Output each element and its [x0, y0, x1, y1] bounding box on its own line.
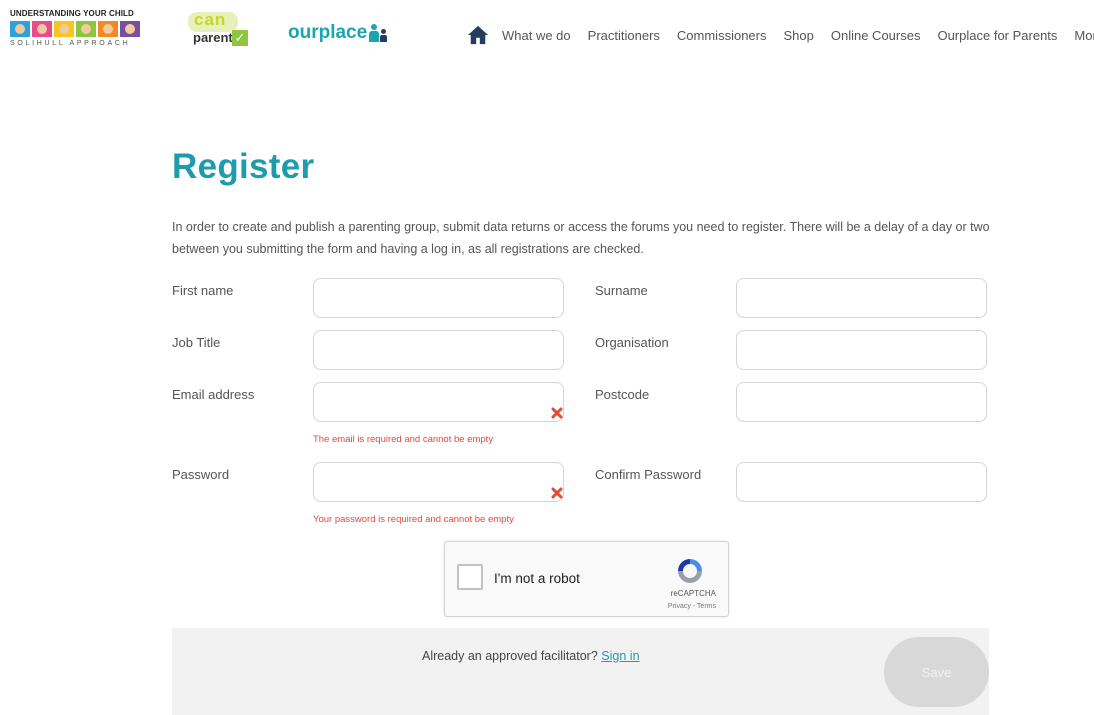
child-face-icon [98, 21, 118, 37]
intro-text: In order to create and publish a parenti… [172, 220, 990, 256]
main-nav: What we do Practitioners Commissioners S… [467, 25, 1094, 45]
surname-field[interactable] [736, 278, 987, 318]
already-approved-text: Already an approved facilitator? Sign in [422, 649, 640, 663]
email-field[interactable] [313, 382, 564, 422]
sign-in-link[interactable]: Sign in [601, 649, 639, 663]
can-parent-logo-top: can [194, 10, 227, 29]
uyc-logo-title: UNDERSTANDING YOUR CHILD [10, 9, 134, 18]
already-approved-label: Already an approved facilitator? [422, 649, 598, 663]
form-footer [172, 628, 989, 715]
organisation-label: Organisation [595, 335, 669, 350]
child-face-icon [54, 21, 74, 37]
uyc-logo-faces [10, 21, 155, 37]
checkmark-icon: ✓ [232, 30, 248, 46]
nav-commissioners[interactable]: Commissioners [677, 28, 767, 43]
save-button[interactable]: Save [884, 637, 989, 707]
can-parent-logo-bottom: parent [193, 30, 233, 45]
recaptcha-icon [678, 559, 702, 583]
error-x-icon [551, 407, 563, 419]
error-x-icon [551, 487, 563, 499]
email-error-message: The email is required and cannot be empt… [313, 434, 494, 445]
first-name-field[interactable] [313, 278, 564, 318]
page-title: Register [172, 147, 315, 186]
child-face-icon [32, 21, 52, 37]
child-face-icon [120, 21, 140, 37]
understanding-your-child-logo[interactable]: UNDERSTANDING YOUR CHILD SOLIHULL APPROA… [10, 9, 155, 47]
can-parent-logo[interactable]: can parent ✓ [188, 10, 252, 52]
confirm-password-field[interactable] [736, 462, 987, 502]
postcode-label: Postcode [595, 387, 650, 402]
child-face-icon [10, 21, 30, 37]
home-icon[interactable] [467, 25, 489, 45]
first-name-label: First name [172, 283, 234, 298]
job-title-label: Job Title [172, 335, 221, 350]
postcode-field[interactable] [736, 382, 987, 422]
recaptcha-label: I'm not a robot [494, 571, 580, 586]
ourplace-logo-text: ourplace [288, 22, 368, 43]
child-face-icon [76, 21, 96, 37]
nav-online-courses[interactable]: Online Courses [831, 28, 921, 43]
job-title-field[interactable] [313, 330, 564, 370]
organisation-field[interactable] [736, 330, 987, 370]
password-label: Password [172, 467, 230, 482]
site-header: UNDERSTANDING YOUR CHILD SOLIHULL APPROA… [0, 0, 1094, 64]
recaptcha-privacy-terms[interactable]: Privacy - Terms [445, 603, 716, 610]
password-error-message: Your password is required and cannot be … [313, 514, 514, 525]
family-icon [369, 24, 388, 42]
recaptcha-widget: I'm not a robot reCAPTCHA Privacy - Term… [444, 541, 729, 617]
surname-label: Surname [595, 283, 648, 298]
nav-ourplace-for-parents[interactable]: Ourplace for Parents [937, 28, 1057, 43]
nav-more-menu[interactable]: More ⌄ [1074, 28, 1094, 43]
confirm-password-label: Confirm Password [595, 467, 702, 482]
ourplace-logo[interactable]: ourplace [288, 22, 388, 44]
email-label: Email address [172, 387, 255, 402]
password-field[interactable] [313, 462, 564, 502]
nav-what-we-do[interactable]: What we do [502, 28, 571, 43]
recaptcha-checkbox[interactable] [457, 564, 483, 590]
uyc-logo-subtitle: SOLIHULL APPROACH [10, 40, 131, 47]
nav-shop[interactable]: Shop [783, 28, 813, 43]
recaptcha-brand: reCAPTCHA [670, 589, 716, 598]
nav-practitioners[interactable]: Practitioners [588, 28, 660, 43]
nav-more-label: More [1074, 27, 1094, 43]
